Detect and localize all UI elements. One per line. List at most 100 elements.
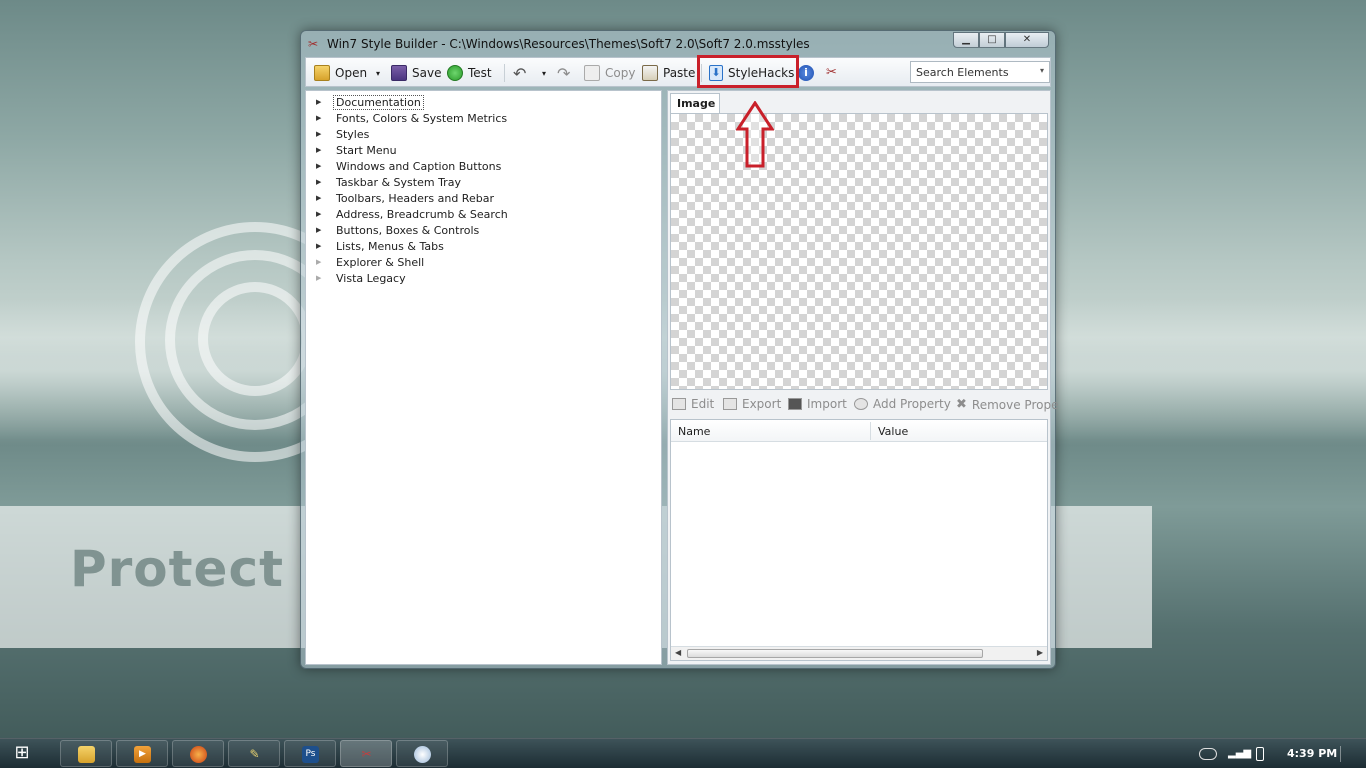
- edit-button[interactable]: Edit: [672, 397, 714, 411]
- tree-item[interactable]: ▶ Address, Breadcrumb & Search: [316, 206, 508, 222]
- undo-button[interactable]: ↶: [513, 63, 526, 83]
- tree-item[interactable]: ▶ Vista Legacy: [316, 270, 406, 286]
- column-separator[interactable]: [870, 422, 871, 440]
- save-button[interactable]: Save: [391, 63, 441, 83]
- undo-dropdown-button[interactable]: ▾: [542, 63, 546, 83]
- redo-arrow-icon: ↷: [557, 63, 571, 83]
- start-button[interactable]: ⊞: [0, 738, 44, 768]
- taskbar-media-player[interactable]: ▶: [116, 740, 168, 767]
- expand-arrow-icon[interactable]: ▶: [316, 98, 326, 106]
- tree-item[interactable]: ▶ Explorer & Shell: [316, 254, 424, 270]
- import-label: Import: [807, 397, 847, 411]
- tree-item-label: Buttons, Boxes & Controls: [336, 223, 480, 237]
- tree-item[interactable]: ▶ Lists, Menus & Tabs: [316, 238, 444, 254]
- clock[interactable]: 4:39 PM: [1287, 747, 1337, 760]
- redo-button[interactable]: ↷: [557, 63, 570, 83]
- taskbar-explorer[interactable]: [60, 740, 112, 767]
- tab-image[interactable]: Image: [670, 93, 720, 113]
- floppy-disk-icon: [391, 65, 407, 81]
- search-elements-dropdown[interactable]: Search Elements ▾: [910, 61, 1050, 83]
- remove-property-button[interactable]: ✖ Remove Prope: [956, 397, 1058, 412]
- app-logo-icon: ✂: [361, 747, 372, 761]
- tree-item[interactable]: ▶ Documentation: [316, 94, 424, 110]
- expand-arrow-icon[interactable]: ▶: [316, 130, 326, 138]
- window-title: Win7 Style Builder - C:\Windows\Resource…: [327, 37, 810, 51]
- show-desktop-button[interactable]: [1340, 746, 1350, 762]
- column-header-value[interactable]: Value: [878, 425, 908, 438]
- copy-label: Copy: [605, 66, 636, 80]
- info-button[interactable]: i: [798, 63, 819, 83]
- taskbar-paint[interactable]: [396, 740, 448, 767]
- tree-item-label: Styles: [336, 127, 370, 141]
- paint-icon: [414, 746, 431, 763]
- undo-arrow-icon: ↶: [513, 63, 527, 83]
- battery-icon[interactable]: [1256, 747, 1264, 761]
- property-grid: Name Value ◀ ▶: [670, 419, 1048, 661]
- signal-icon[interactable]: ▂▄▆: [1228, 748, 1251, 760]
- scroll-right-icon[interactable]: ▶: [1037, 648, 1043, 657]
- taskbar: ⊞ ▶ ✎ Ps ✂ ▂▄▆ 4:39 PM: [0, 738, 1366, 768]
- folder-icon: [78, 746, 95, 763]
- expand-arrow-icon[interactable]: ▶: [316, 194, 326, 202]
- minimize-button[interactable]: ▁: [953, 32, 979, 48]
- tree-item-label: Start Menu: [336, 143, 397, 157]
- toolbar-separator: [504, 64, 505, 82]
- test-button[interactable]: Test: [447, 63, 492, 83]
- taskbar-firefox[interactable]: [172, 740, 224, 767]
- tree-item-label: Fonts, Colors & System Metrics: [336, 111, 508, 125]
- details-panel: Image Edit Export Import Add Property ✖ …: [667, 90, 1058, 665]
- taskbar-tools[interactable]: ✎: [228, 740, 280, 767]
- tree-item[interactable]: ▶ Buttons, Boxes & Controls: [316, 222, 479, 238]
- expand-arrow-icon[interactable]: ▶: [316, 210, 326, 218]
- tree-item[interactable]: ▶ Toolbars, Headers and Rebar: [316, 190, 494, 206]
- tree-item[interactable]: ▶ Taskbar & System Tray: [316, 174, 461, 190]
- paste-button[interactable]: Paste: [642, 63, 695, 83]
- remove-x-icon: ✖: [956, 397, 967, 412]
- tree-item[interactable]: ▶ Start Menu: [316, 142, 397, 158]
- windows-logo-icon: ⊞: [14, 742, 30, 763]
- horizontal-scrollbar[interactable]: ◀ ▶: [671, 646, 1047, 660]
- remove-property-label: Remove Prope: [971, 397, 1059, 412]
- title-bar[interactable]: ✂ Win7 Style Builder - C:\Windows\Resour…: [301, 31, 1055, 56]
- import-button[interactable]: Import: [788, 397, 847, 411]
- expand-arrow-icon[interactable]: ▶: [316, 114, 326, 122]
- scrollbar-thumb[interactable]: [687, 649, 983, 658]
- column-header-name[interactable]: Name: [678, 425, 710, 438]
- chevron-down-icon: ▾: [376, 68, 381, 78]
- open-dropdown-button[interactable]: ▾: [376, 63, 380, 83]
- import-icon: [788, 398, 802, 410]
- about-button[interactable]: ✂: [826, 63, 847, 83]
- expand-arrow-icon[interactable]: ▶: [316, 162, 326, 170]
- tree-item[interactable]: ▶ Fonts, Colors & System Metrics: [316, 110, 507, 126]
- tree-item[interactable]: ▶ Styles: [316, 126, 369, 142]
- element-tree: ▶ Documentation ▶ Fonts, Colors & System…: [305, 90, 662, 665]
- expand-arrow-icon[interactable]: ▶: [316, 274, 326, 282]
- copy-button[interactable]: Copy: [584, 63, 635, 83]
- tree-item-label: Lists, Menus & Tabs: [336, 239, 444, 253]
- tree-item[interactable]: ▶ Windows and Caption Buttons: [316, 158, 501, 174]
- edit-label: Edit: [691, 397, 715, 411]
- tree-item-label: Address, Breadcrumb & Search: [336, 207, 508, 221]
- expand-arrow-icon[interactable]: ▶: [316, 226, 326, 234]
- tree-item-label: Taskbar & System Tray: [336, 175, 461, 189]
- gear-plus-icon: [854, 398, 868, 410]
- expand-arrow-icon[interactable]: ▶: [316, 178, 326, 186]
- taskbar-photoshop[interactable]: Ps: [284, 740, 336, 767]
- scroll-left-icon[interactable]: ◀: [675, 648, 681, 657]
- open-label: Open: [335, 66, 368, 80]
- test-label: Test: [468, 66, 492, 80]
- add-property-button[interactable]: Add Property: [854, 397, 951, 411]
- export-button[interactable]: Export: [723, 397, 781, 411]
- paste-label: Paste: [663, 66, 696, 80]
- toggle-icon[interactable]: [1199, 748, 1217, 760]
- firefox-icon: [190, 746, 207, 763]
- annotation-up-arrow: [736, 101, 774, 168]
- close-button[interactable]: ✕: [1005, 32, 1049, 48]
- expand-arrow-icon[interactable]: ▶: [316, 242, 326, 250]
- taskbar-style-builder[interactable]: ✂: [340, 740, 392, 767]
- info-icon: i: [798, 65, 814, 81]
- expand-arrow-icon[interactable]: ▶: [316, 258, 326, 266]
- open-button[interactable]: Open: [314, 63, 367, 83]
- expand-arrow-icon[interactable]: ▶: [316, 146, 326, 154]
- maximize-button[interactable]: □: [979, 32, 1005, 48]
